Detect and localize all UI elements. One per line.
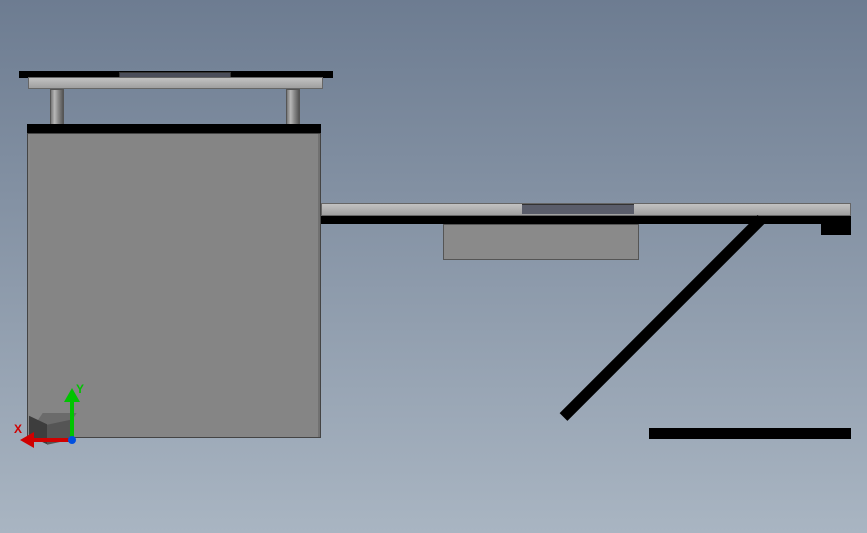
arm-center-insert <box>522 204 634 214</box>
hanging-bracket <box>443 224 639 260</box>
standoff-post-right <box>286 89 300 125</box>
cad-3d-viewport[interactable]: Y X <box>0 0 867 533</box>
z-leg-diagonal-segment <box>649 223 854 443</box>
top-mounting-plate <box>28 77 323 89</box>
standoff-post-left <box>50 89 64 125</box>
x-axis-label: X <box>14 422 22 436</box>
upper-base-strip <box>27 124 321 133</box>
main-housing-block <box>27 133 321 438</box>
z-leg-bottom-segment <box>649 428 851 439</box>
